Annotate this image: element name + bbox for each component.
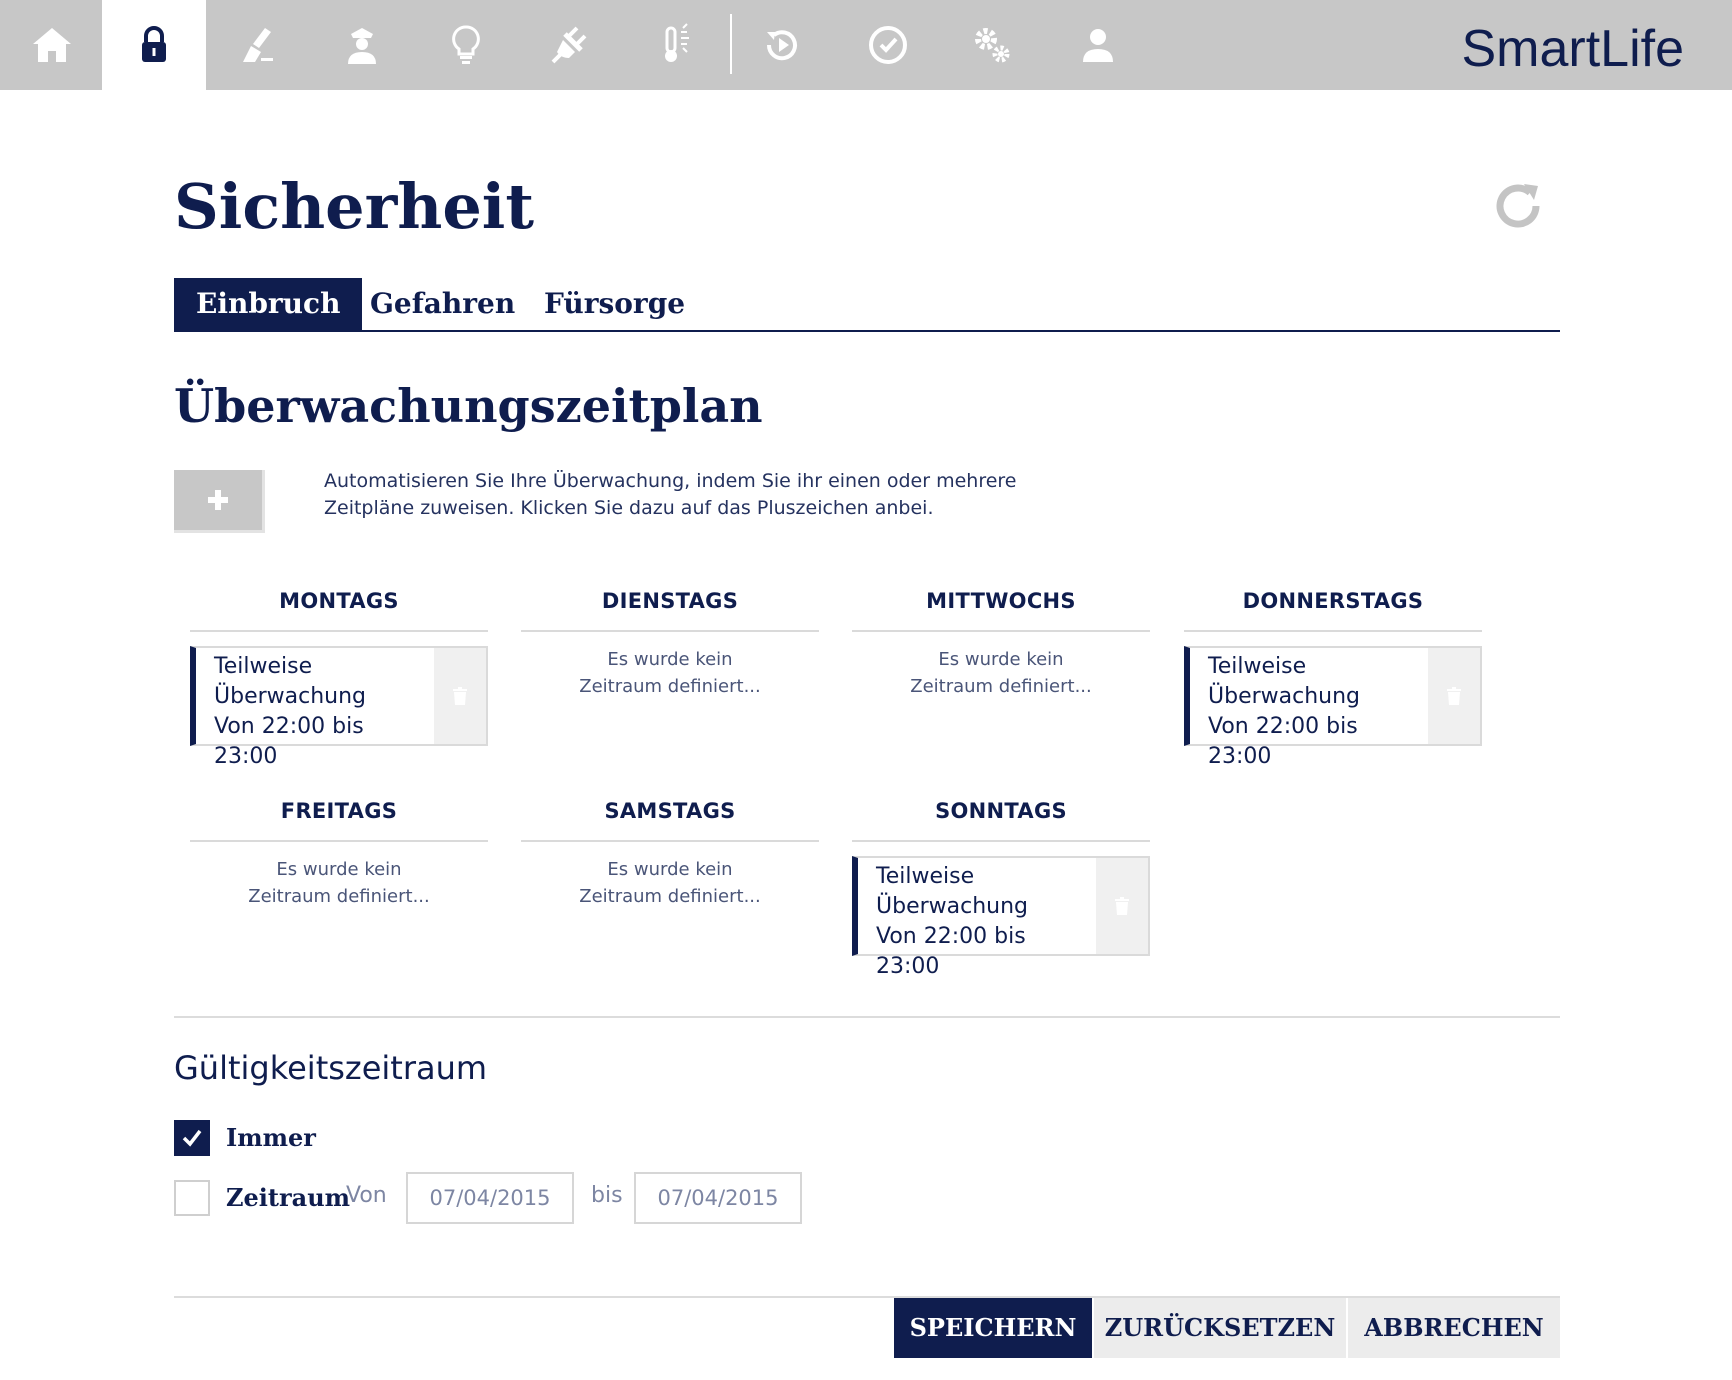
trash-icon <box>453 687 467 705</box>
always-label: Immer <box>226 1123 316 1152</box>
nav-plug[interactable] <box>518 0 622 90</box>
nav-cleaning[interactable] <box>206 0 310 90</box>
cancel-button[interactable]: ABBRECHEN <box>1348 1298 1560 1358</box>
day-header: DONNERSTAGS <box>1184 572 1482 632</box>
entry-text: Teilweise Überwachung Von 22:00 bis 23:0… <box>876 864 1029 979</box>
delete-entry-button[interactable] <box>1096 858 1148 954</box>
validity-title: Gültigkeitszeitraum <box>174 1049 488 1087</box>
entry-text: Teilweise Überwachung Von 22:00 bis 23:0… <box>214 654 367 769</box>
thermometer-icon <box>665 23 689 62</box>
reset-button[interactable]: ZURÜCKSETZEN <box>1094 1298 1346 1358</box>
nav-scenes[interactable] <box>730 0 834 90</box>
entry-text: Teilweise Überwachung Von 22:00 bis 23:0… <box>1208 654 1361 769</box>
nav-home[interactable] <box>0 0 104 90</box>
section-divider <box>174 1016 1560 1018</box>
day-header: FREITAGS <box>190 782 488 842</box>
schedule-entry[interactable]: Teilweise Überwachung Von 22:00 bis 23:0… <box>852 856 1150 979</box>
day-header: MITTWOCHS <box>852 572 1150 632</box>
user-icon <box>1083 29 1113 62</box>
nav-light[interactable] <box>414 0 518 90</box>
day-column-mittwochs: MITTWOCHS Es wurde kein Zeitraum definie… <box>852 572 1150 700</box>
checkmark-icon <box>182 1129 202 1147</box>
from-date-input[interactable] <box>406 1172 574 1224</box>
empty-day-message: Es wurde kein Zeitraum definiert... <box>579 649 761 697</box>
always-checkbox[interactable] <box>174 1120 210 1156</box>
day-column-sonntags: SONNTAGS Teilweise Überwachung Von 22:00… <box>852 782 1150 979</box>
schedule-entry[interactable]: Teilweise Überwachung Von 22:00 bis 23:0… <box>190 646 488 769</box>
clock-icon <box>869 26 907 64</box>
day-header: DIENSTAGS <box>521 572 819 632</box>
day-column-samstags: SAMSTAGS Es wurde kein Zeitraum definier… <box>521 782 819 910</box>
broom-icon <box>243 28 273 62</box>
day-header: SONNTAGS <box>852 782 1150 842</box>
day-header: MONTAGS <box>190 572 488 632</box>
day-column-donnerstags: DONNERSTAGS Teilweise Überwachung Von 22… <box>1184 572 1482 769</box>
to-label: bis <box>591 1183 623 1208</box>
day-column-montags: MONTAGS Teilweise Überwachung Von 22:00 … <box>190 572 488 769</box>
save-button[interactable]: SPEICHERN <box>894 1298 1092 1358</box>
home-icon <box>33 28 71 62</box>
range-checkbox[interactable] <box>174 1180 210 1216</box>
tab-fuersorge[interactable]: Fürsorge <box>522 278 707 330</box>
from-label: Von <box>346 1183 387 1208</box>
day-column-dienstags: DIENSTAGS Es wurde kein Zeitraum definie… <box>521 572 819 700</box>
day-column-freitags: FREITAGS Es wurde kein Zeitraum definier… <box>190 782 488 910</box>
nav-user[interactable] <box>1046 0 1150 90</box>
add-schedule-button[interactable] <box>174 470 265 533</box>
nav-guard[interactable] <box>310 0 414 90</box>
nav-climate[interactable] <box>622 0 726 90</box>
schedule-title: Überwachungszeitplan <box>174 379 763 433</box>
tab-gefahren[interactable]: Gefahren <box>348 278 537 330</box>
schedule-entry[interactable]: Teilweise Überwachung Von 22:00 bis 23:0… <box>1184 646 1482 769</box>
trash-icon <box>1115 897 1129 915</box>
nav-settings[interactable] <box>940 0 1044 90</box>
delete-entry-button[interactable] <box>1428 648 1480 744</box>
to-date-input[interactable] <box>634 1172 802 1224</box>
empty-day-message: Es wurde kein Zeitraum definiert... <box>248 859 430 907</box>
tab-einbruch[interactable]: Einbruch <box>174 278 363 330</box>
schedule-description: Automatisieren Sie Ihre Überwachung, ind… <box>324 470 1017 519</box>
delete-entry-button[interactable] <box>434 648 486 744</box>
day-header: SAMSTAGS <box>521 782 819 842</box>
brand-logo: SmartLife <box>1461 20 1684 78</box>
plus-icon <box>208 490 228 510</box>
plug-icon <box>551 26 587 64</box>
guard-icon <box>348 28 376 64</box>
trash-icon <box>1447 687 1461 705</box>
lock-icon <box>142 26 166 62</box>
nav-security[interactable] <box>102 0 206 90</box>
range-label: Zeitraum <box>226 1183 351 1212</box>
nav-timer[interactable] <box>836 0 940 90</box>
lightbulb-icon <box>452 25 480 64</box>
empty-day-message: Es wurde kein Zeitraum definiert... <box>579 859 761 907</box>
top-navigation-bar: SmartLife <box>0 0 1732 90</box>
replay-icon <box>766 30 797 61</box>
refresh-icon[interactable] <box>1490 178 1546 234</box>
page-title: Sicherheit <box>174 170 534 243</box>
security-tabs: Einbruch Gefahren Fürsorge <box>174 278 1560 332</box>
gears-icon <box>975 28 1010 63</box>
empty-day-message: Es wurde kein Zeitraum definiert... <box>910 649 1092 697</box>
